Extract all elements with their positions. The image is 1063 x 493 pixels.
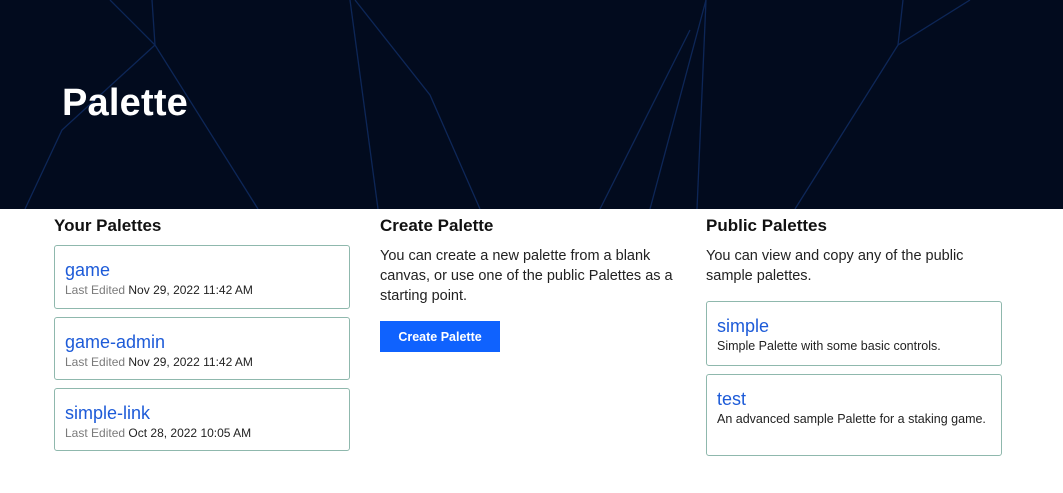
page-title: Palette [62, 82, 189, 124]
create-palette-description: You can create a new palette from a blan… [380, 248, 673, 304]
last-edited: Last Edited Nov 29, 2022 11:42 AM [65, 282, 339, 298]
create-palette-section: Create Palette You can create a new pale… [380, 214, 680, 352]
last-edited: Last Edited Oct 28, 2022 10:05 AM [65, 425, 339, 441]
your-palettes-heading: Your Palettes [54, 216, 162, 235]
public-palettes-heading: Public Palettes [706, 216, 827, 235]
page-header: Palette [0, 0, 1063, 209]
last-edited-label: Last Edited [65, 426, 126, 440]
palette-description: An advanced sample Palette for a staking… [717, 412, 986, 426]
public-palette-card-test[interactable]: test An advanced sample Palette for a st… [706, 374, 1002, 456]
palette-card-simple-link[interactable]: simple-link Last Edited Oct 28, 2022 10:… [54, 388, 350, 451]
palette-link[interactable]: simple-link [65, 402, 339, 424]
create-palette-button[interactable]: Create Palette [380, 321, 500, 352]
palette-link[interactable]: game [65, 259, 339, 281]
public-palettes-description: You can view and copy any of the public … [706, 248, 964, 284]
public-palettes-section: Public Palettes You can view and copy an… [706, 214, 1006, 456]
create-palette-heading: Create Palette [380, 216, 494, 235]
your-palettes-section: Your Palettes game Last Edited Nov 29, 2… [54, 214, 354, 451]
palette-link[interactable]: game-admin [65, 331, 339, 353]
palette-link[interactable]: simple [717, 315, 991, 337]
palette-description: Simple Palette with some basic controls. [717, 339, 941, 353]
palette-card-game[interactable]: game Last Edited Nov 29, 2022 11:42 AM [54, 245, 350, 309]
last-edited-label: Last Edited [65, 283, 126, 297]
last-edited-value: Nov 29, 2022 11:42 AM [128, 283, 253, 297]
last-edited: Last Edited Nov 29, 2022 11:42 AM [65, 354, 339, 370]
palette-link[interactable]: test [717, 388, 991, 410]
last-edited-value: Oct 28, 2022 10:05 AM [128, 426, 252, 440]
palette-card-game-admin[interactable]: game-admin Last Edited Nov 29, 2022 11:4… [54, 317, 350, 380]
last-edited-value: Nov 29, 2022 11:42 AM [128, 355, 253, 369]
public-palette-card-simple[interactable]: simple Simple Palette with some basic co… [706, 301, 1002, 366]
last-edited-label: Last Edited [65, 355, 126, 369]
